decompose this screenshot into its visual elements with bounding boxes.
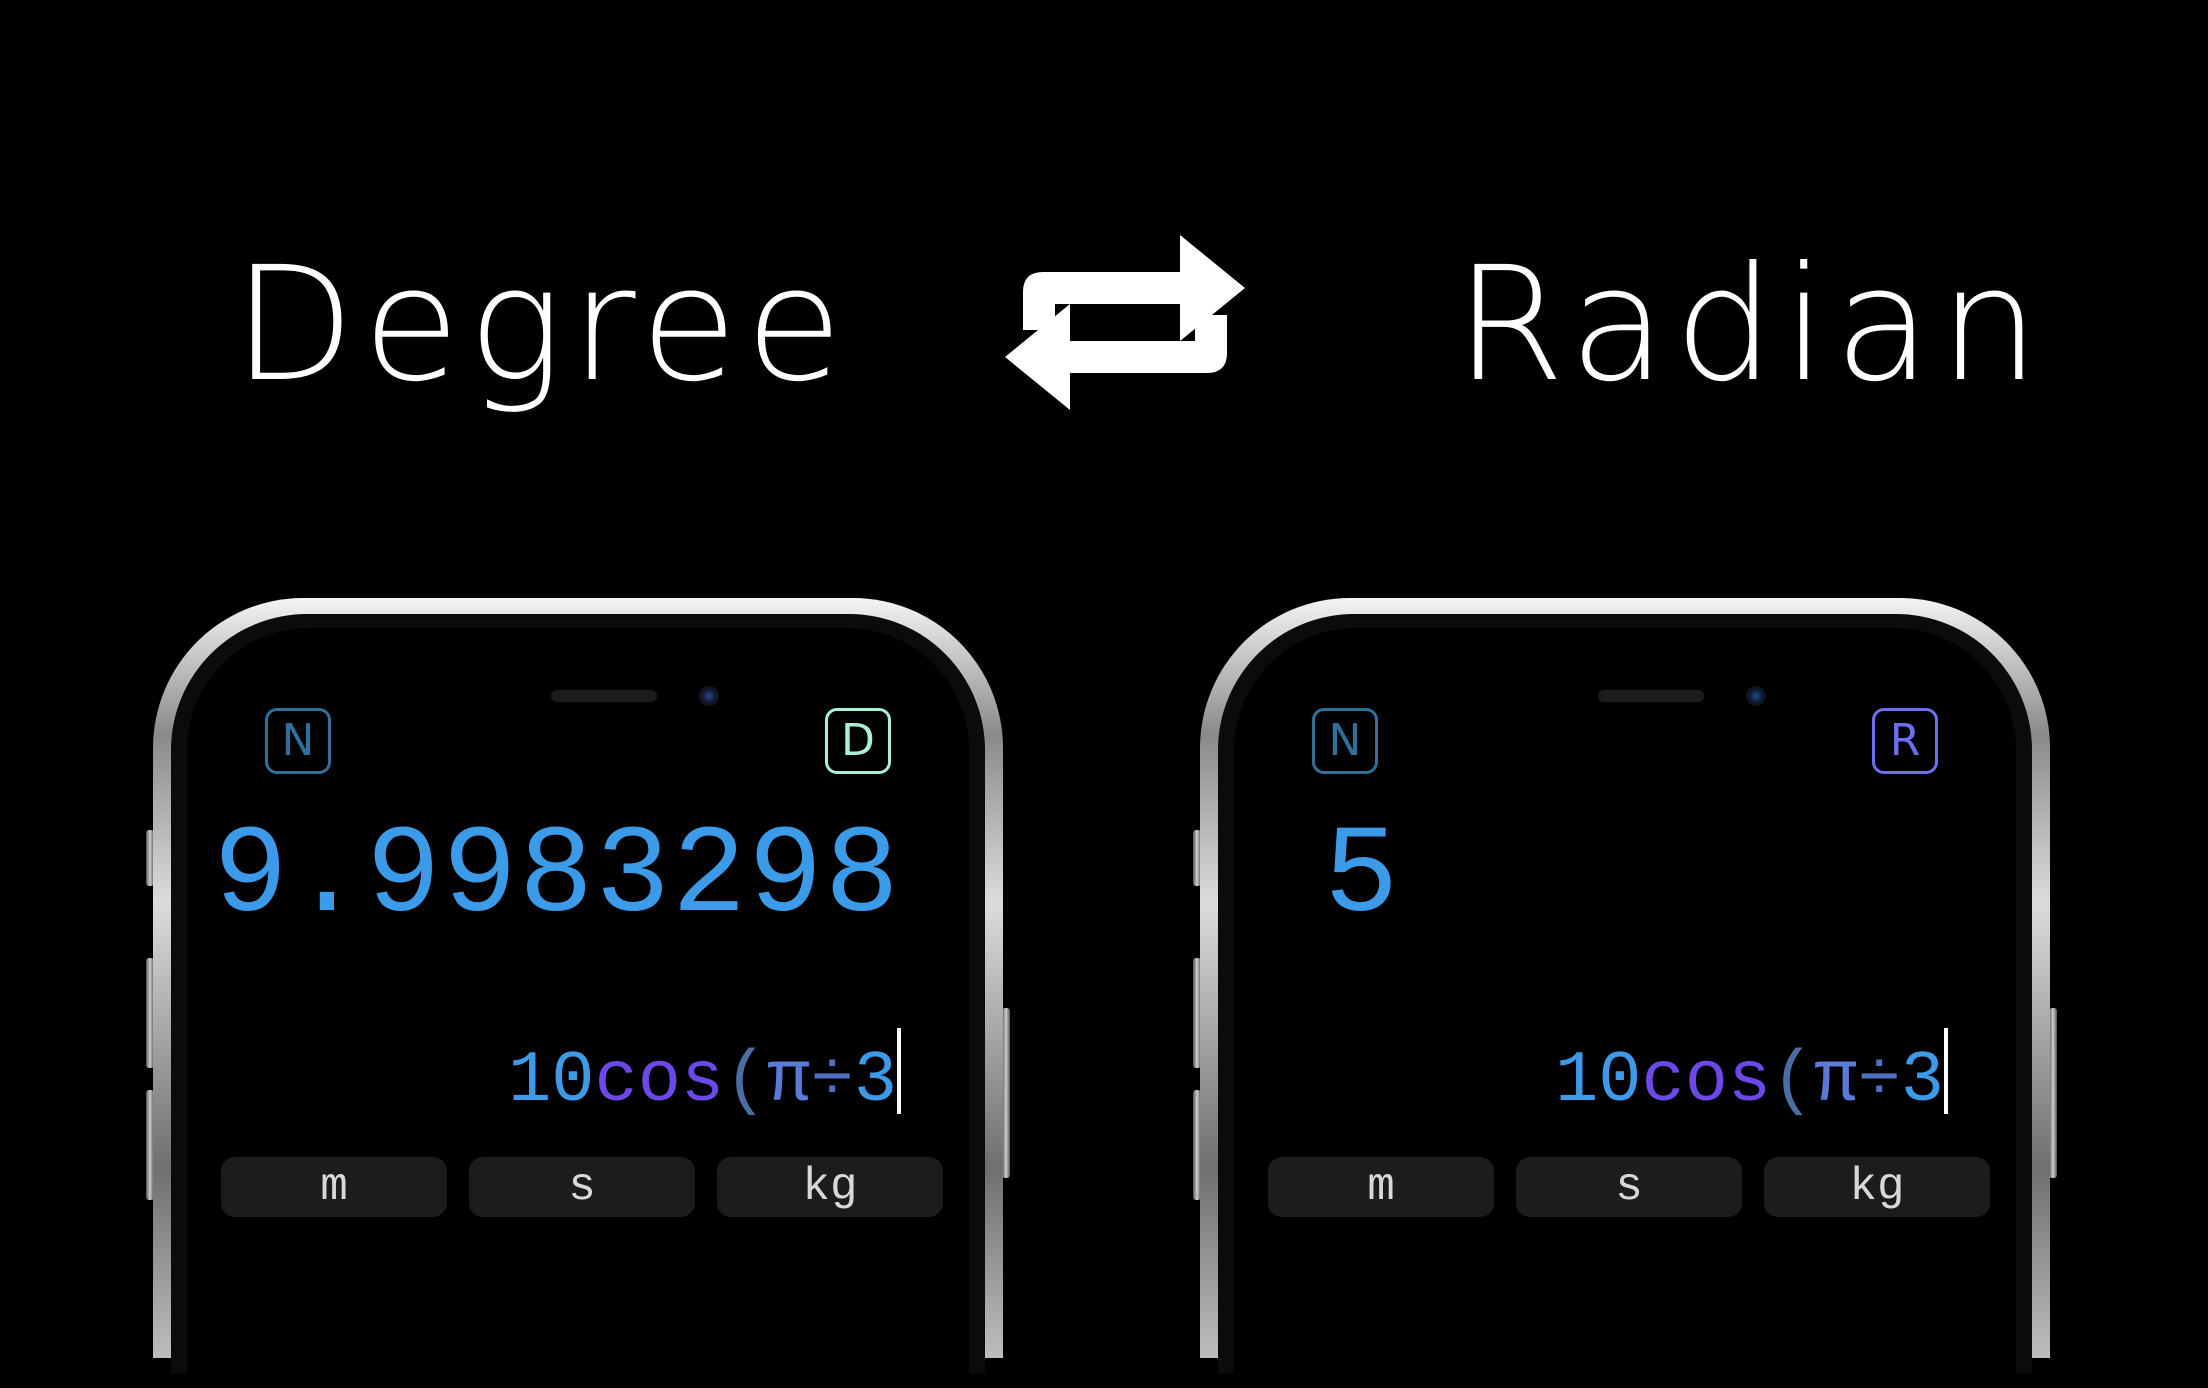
- front-camera: [699, 686, 719, 706]
- expression-open-paren: (: [1771, 1040, 1815, 1122]
- unit-key-m[interactable]: m: [221, 1157, 447, 1217]
- earpiece-speaker: [1598, 690, 1704, 702]
- swap-arrows-icon: [1005, 235, 1245, 410]
- unit-key-s[interactable]: s: [1516, 1157, 1742, 1217]
- phone-power-button: [1002, 1008, 1010, 1178]
- phone-bezel: N R 5 10cos(π÷3 m s kg: [1218, 614, 2032, 1388]
- expression-open-paren: (: [724, 1040, 768, 1122]
- text-cursor: [897, 1028, 901, 1114]
- expression-input[interactable]: 10cos(π÷3: [508, 1028, 901, 1126]
- expression-operator: ÷: [1857, 1040, 1901, 1122]
- expression-operator: ÷: [810, 1040, 854, 1122]
- earpiece-speaker: [551, 690, 657, 702]
- phone-power-button: [2049, 1008, 2057, 1178]
- front-camera: [1746, 686, 1766, 706]
- phone-bezel: N D 9.9983298 10cos(π÷3 m s kg: [171, 614, 985, 1388]
- phone-degree: N D 9.9983298 10cos(π÷3 m s kg: [143, 598, 1013, 1388]
- expression-argument: 3: [1900, 1040, 1944, 1122]
- expression-function: cos: [594, 1040, 725, 1122]
- phone-frame: N D 9.9983298 10cos(π÷3 m s kg: [153, 598, 1003, 1388]
- expression-coefficient: 10: [1555, 1040, 1642, 1122]
- unit-key-s[interactable]: s: [469, 1157, 695, 1217]
- unit-key-row: m s kg: [1268, 1157, 1990, 1217]
- expression-pi: π: [767, 1040, 811, 1122]
- angle-mode-degree-button[interactable]: D: [825, 708, 891, 774]
- expression-input[interactable]: 10cos(π÷3: [1555, 1028, 1948, 1126]
- unit-key-row: m s kg: [221, 1157, 943, 1217]
- notation-mode-button[interactable]: N: [265, 708, 331, 774]
- notation-mode-button[interactable]: N: [1312, 708, 1378, 774]
- text-cursor: [1944, 1028, 1948, 1114]
- expression-pi: π: [1814, 1040, 1858, 1122]
- radian-heading: Radian: [1455, 233, 2048, 417]
- degree-heading: Degree: [233, 233, 851, 417]
- expression-function: cos: [1641, 1040, 1772, 1122]
- unit-key-kg[interactable]: kg: [1764, 1157, 1990, 1217]
- unit-key-kg[interactable]: kg: [717, 1157, 943, 1217]
- result-display: 5: [1324, 808, 1401, 948]
- angle-mode-radian-button[interactable]: R: [1872, 708, 1938, 774]
- phone-screen: N R 5 10cos(π÷3 m s kg: [1234, 628, 2016, 1388]
- phone-screen: N D 9.9983298 10cos(π÷3 m s kg: [187, 628, 969, 1388]
- phone-radian: N R 5 10cos(π÷3 m s kg: [1190, 598, 2060, 1388]
- result-display: 9.9983298: [213, 808, 901, 948]
- expression-argument: 3: [853, 1040, 897, 1122]
- unit-key-m[interactable]: m: [1268, 1157, 1494, 1217]
- phone-frame: N R 5 10cos(π÷3 m s kg: [1200, 598, 2050, 1388]
- expression-coefficient: 10: [508, 1040, 595, 1122]
